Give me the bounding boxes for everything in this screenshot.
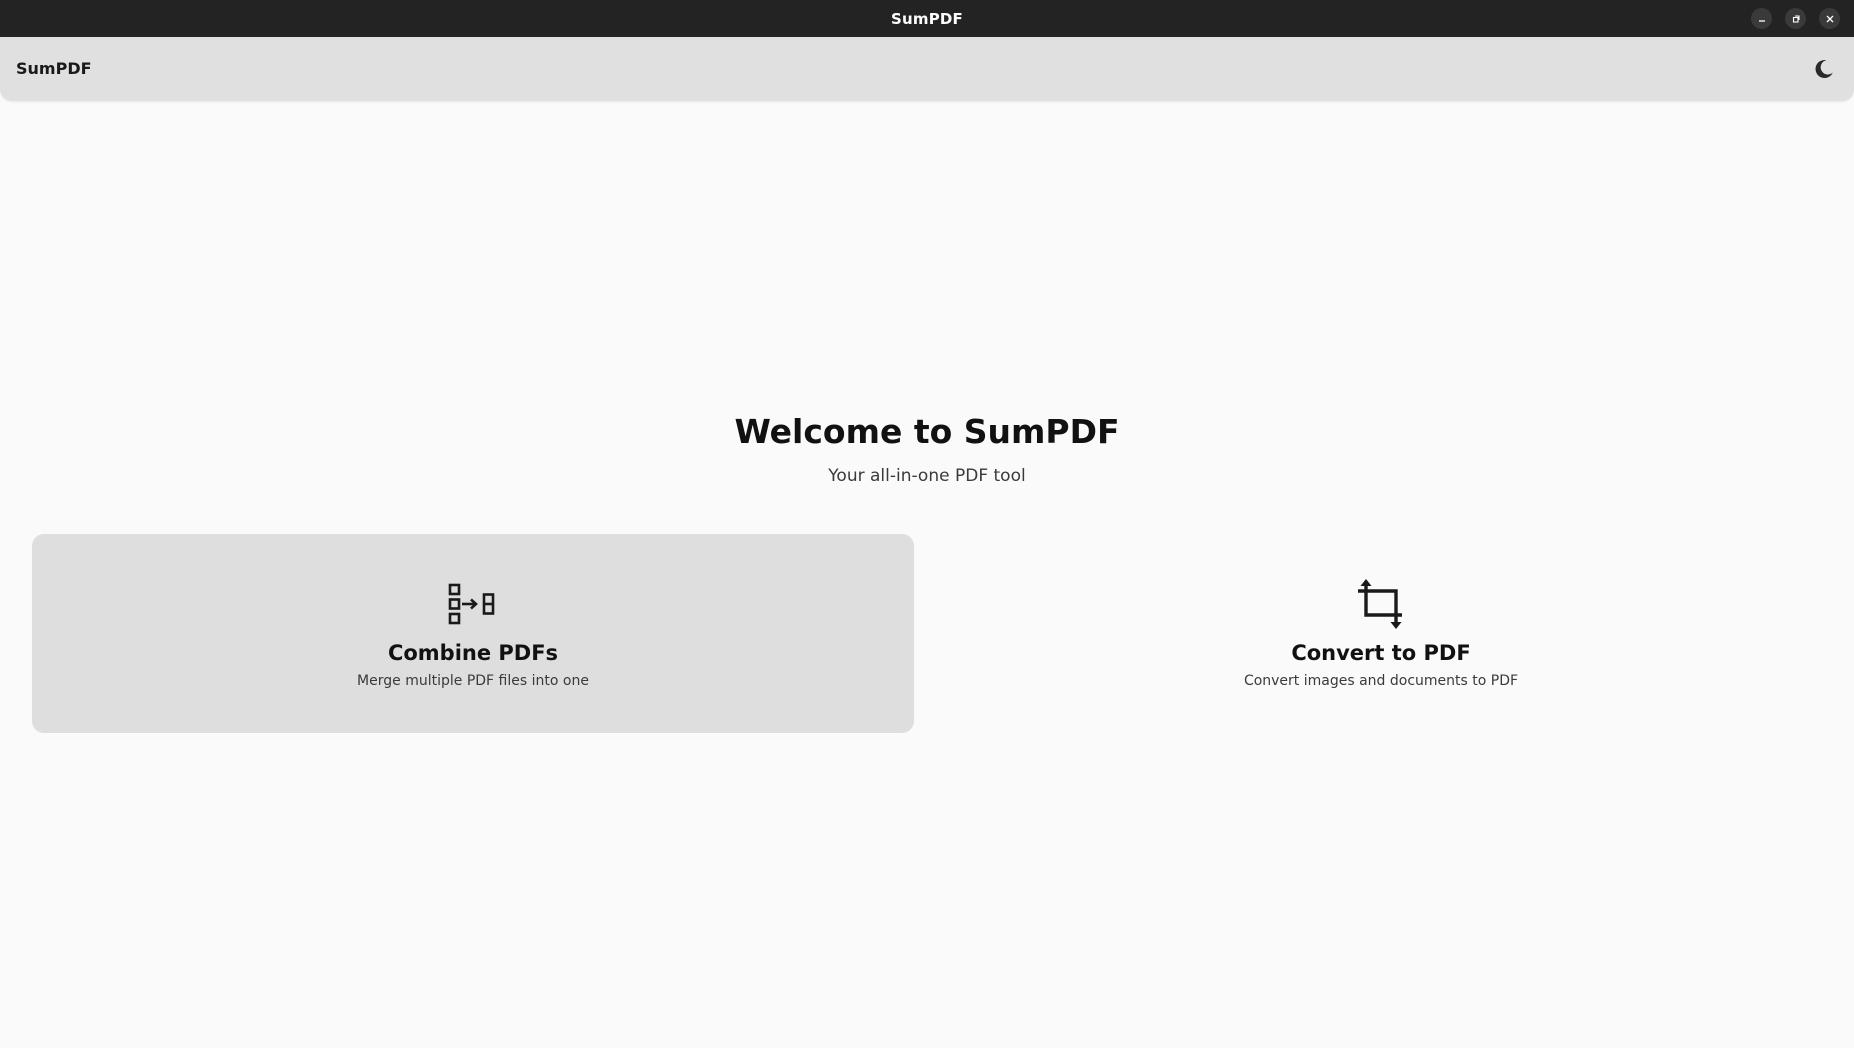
app-name: SumPDF [16,59,92,78]
minimize-button[interactable] [1751,8,1772,29]
crop-convert-icon [1356,579,1406,629]
combine-pdfs-card[interactable]: Combine PDFs Merge multiple PDF files in… [32,534,914,733]
theme-toggle-button[interactable] [1808,53,1840,85]
app-window: SumPDF SumPDF Welcome to SumPDF Your all… [0,0,1854,1048]
window-title: SumPDF [890,9,963,28]
convert-to-pdf-card[interactable]: Convert to PDF Convert images and docume… [940,534,1822,733]
card-title: Combine PDFs [387,641,559,665]
window-controls [1751,8,1840,29]
card-description: Convert images and documents to PDF [1243,673,1519,689]
card-description: Merge multiple PDF files into one [357,673,589,689]
combine-icon [448,579,498,629]
welcome-subtitle: Your all-in-one PDF tool [828,466,1026,486]
header-bar: SumPDF [0,37,1854,101]
card-title: Convert to PDF [1291,641,1471,665]
close-icon [1826,15,1833,22]
moon-icon [1815,59,1833,78]
welcome-title: Welcome to SumPDF [734,412,1120,451]
close-button[interactable] [1819,8,1840,29]
restore-icon [1792,14,1800,23]
window-titlebar[interactable]: SumPDF [0,0,1854,37]
minimize-icon [1758,19,1765,22]
restore-button[interactable] [1785,8,1806,29]
